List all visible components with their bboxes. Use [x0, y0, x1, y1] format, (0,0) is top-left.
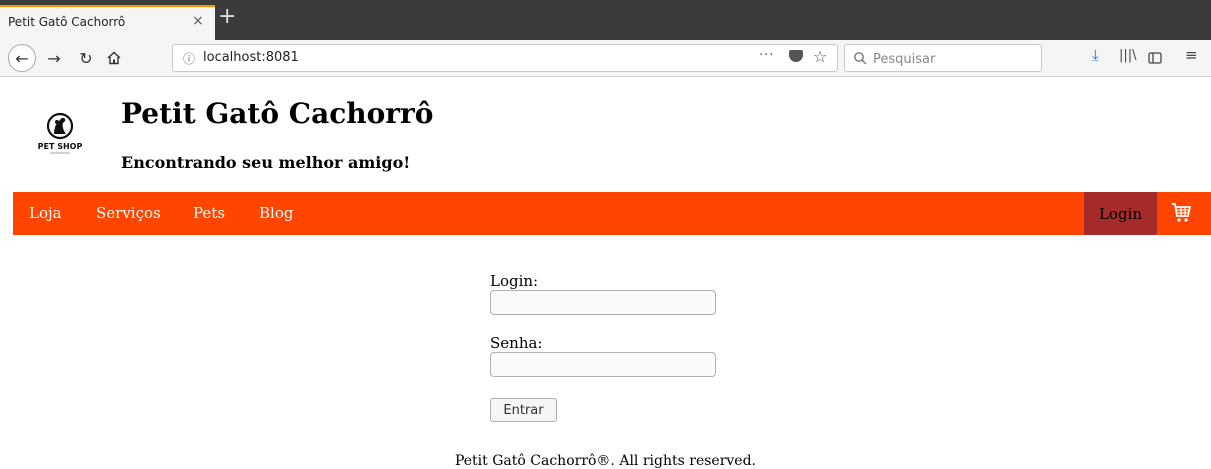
- site-subtitle: Encontrando seu melhor amigo!: [121, 153, 411, 172]
- footer-text: Petit Gatô Cachorrô®. All rights reserve…: [454, 453, 757, 469]
- shopping-cart-icon[interactable]: [1169, 200, 1193, 224]
- home-icon: [107, 51, 121, 65]
- pet-shop-logo-icon: PET SHOP: [38, 112, 83, 154]
- browser-tab[interactable]: Petit Gatô Cachorrô ×: [0, 5, 215, 40]
- login-label: Login:: [490, 272, 539, 290]
- menu-item-pets[interactable]: Pets: [193, 204, 225, 222]
- menu-item-blog[interactable]: Blog: [259, 204, 293, 222]
- back-arrow-icon: ←: [15, 48, 29, 68]
- pocket-icon[interactable]: [789, 50, 803, 62]
- reload-button[interactable]: ↻: [76, 44, 96, 72]
- browser-nav-bar: ← → ↻ ⓘ localhost:8081 ··· ☆ ⤓ |||\ ≡: [0, 40, 1211, 77]
- password-input[interactable]: [490, 352, 716, 377]
- forward-arrow-icon: →: [47, 48, 61, 68]
- forward-button[interactable]: →: [44, 44, 64, 72]
- url-text[interactable]: localhost:8081: [203, 50, 299, 65]
- download-icon[interactable]: ⤓: [1092, 46, 1099, 64]
- search-input[interactable]: [871, 45, 1035, 73]
- logo-text: PET SHOP: [38, 142, 83, 151]
- back-button[interactable]: ←: [8, 44, 36, 72]
- new-tab-button[interactable]: +: [218, 5, 236, 29]
- reload-icon: ↻: [79, 48, 93, 68]
- login-input[interactable]: [490, 290, 716, 315]
- bookmark-star-icon[interactable]: ☆: [813, 47, 827, 66]
- menu-item-loja[interactable]: Loja: [29, 204, 62, 222]
- password-label: Senha:: [490, 334, 543, 352]
- tab-title: Petit Gatô Cachorrô: [8, 15, 126, 29]
- library-icon[interactable]: |||\: [1119, 48, 1137, 63]
- login-link[interactable]: Login: [1084, 192, 1157, 235]
- logo: PET SHOP: [13, 103, 108, 165]
- browser-tab-bar: Petit Gatô Cachorrô × +: [0, 0, 1211, 40]
- main-menu: Loja Serviços Pets Blog Login: [13, 192, 1211, 235]
- hamburger-menu-icon[interactable]: ≡: [1185, 46, 1198, 64]
- submit-button[interactable]: Entrar: [490, 398, 557, 422]
- page-actions-icon[interactable]: ···: [759, 48, 774, 63]
- site-title: Petit Gatô Cachorrô: [121, 97, 434, 130]
- sidebar-icon[interactable]: [1148, 51, 1162, 65]
- tab-close-icon[interactable]: ×: [192, 13, 204, 29]
- url-bar[interactable]: ⓘ localhost:8081 ··· ☆: [172, 44, 838, 72]
- search-bar[interactable]: [844, 44, 1042, 73]
- search-icon: [854, 52, 867, 65]
- home-button[interactable]: [104, 44, 124, 72]
- info-icon[interactable]: ⓘ: [183, 50, 195, 67]
- menu-item-servicos[interactable]: Serviços: [96, 204, 161, 222]
